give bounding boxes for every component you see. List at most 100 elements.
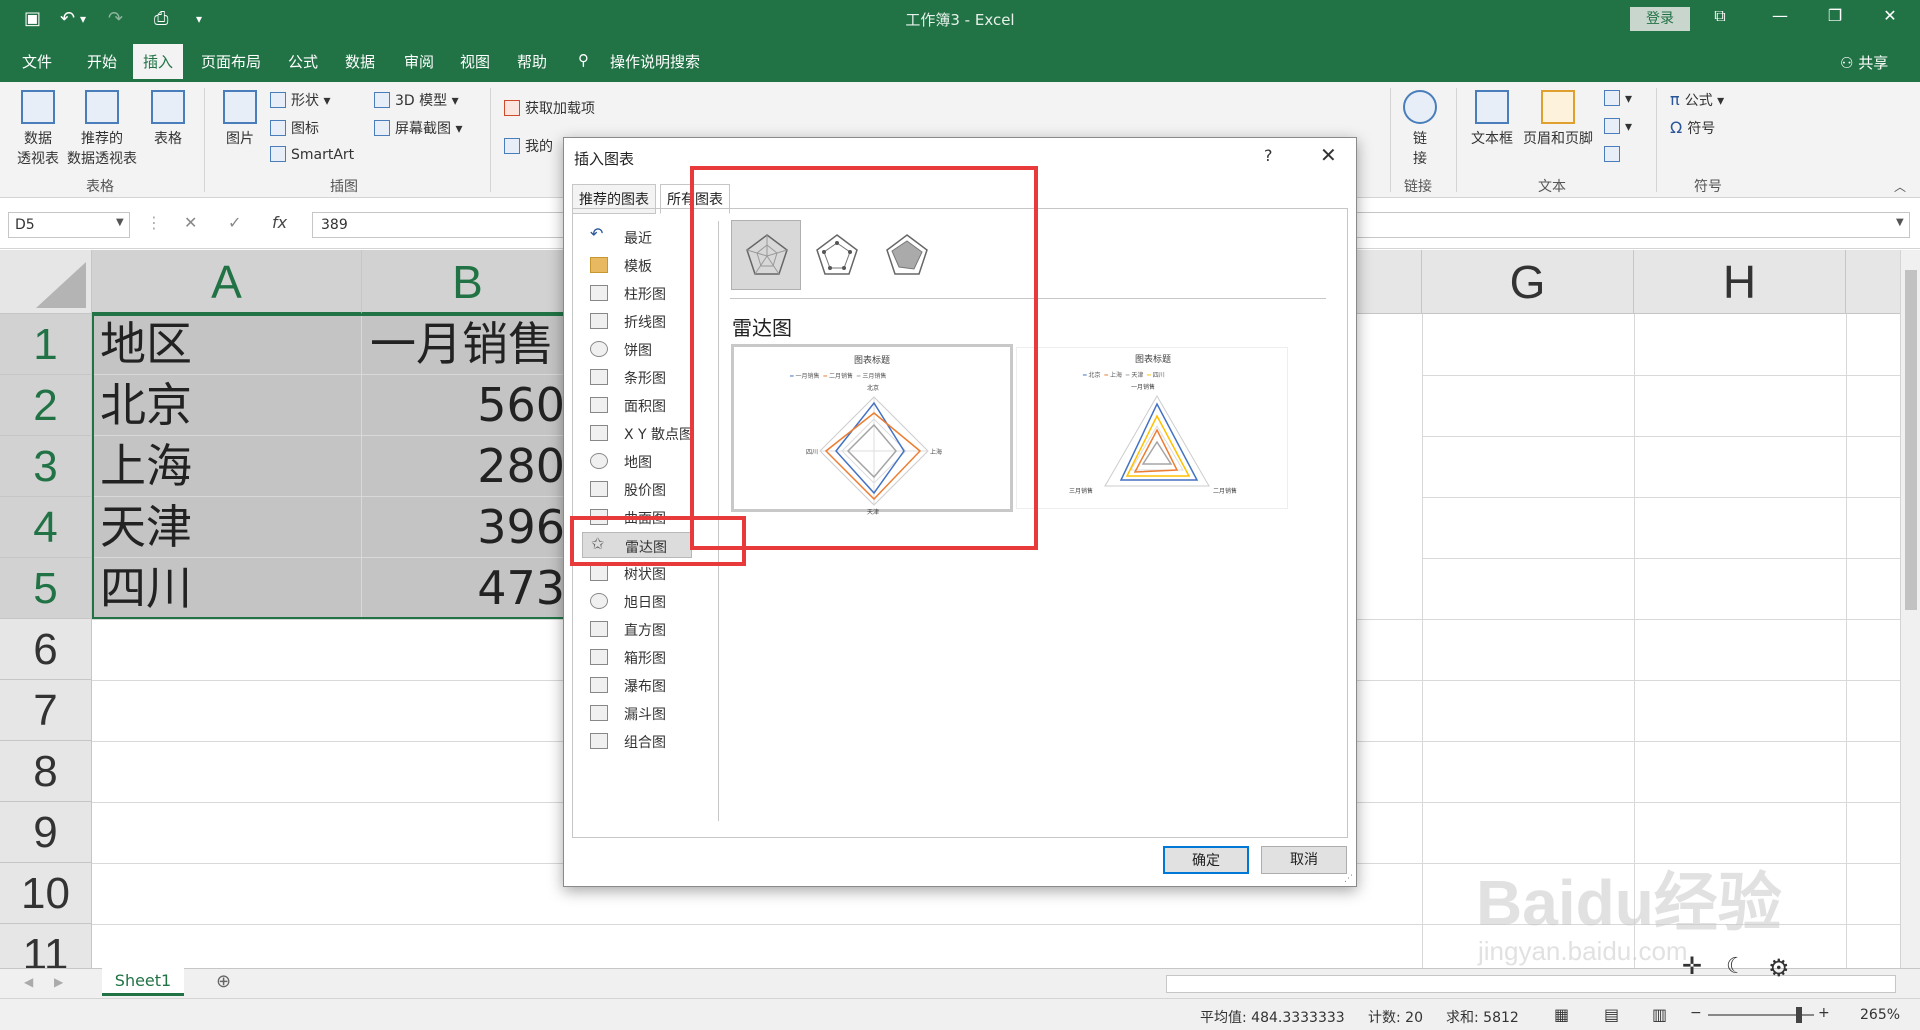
select-all-corner[interactable]	[0, 250, 92, 314]
symbol-button[interactable]: Ω 符号	[1670, 118, 1715, 138]
page-break-view-icon[interactable]: ▥	[1652, 1005, 1667, 1024]
wordart-button[interactable]: ▾	[1604, 90, 1632, 107]
chart-type-map[interactable]: 地图	[582, 448, 692, 474]
chart-type-area[interactable]: 面积图	[582, 392, 692, 418]
chart-type-box-whisker[interactable]: 箱形图	[582, 644, 692, 670]
chart-type-recent[interactable]: ↶ 最近	[582, 224, 692, 250]
prev-sheet-icon[interactable]: ◀	[24, 975, 33, 989]
column-header-a[interactable]: A	[92, 250, 362, 314]
chart-type-line[interactable]: 折线图	[582, 308, 692, 334]
restore-icon[interactable]: ❐	[1815, 6, 1855, 25]
row-header[interactable]: 3	[0, 436, 92, 497]
ok-button[interactable]: 确定	[1163, 846, 1249, 874]
login-button[interactable]: 登录	[1630, 7, 1690, 31]
chart-type-stock[interactable]: 股价图	[582, 476, 692, 502]
row-header[interactable]: 8	[0, 741, 92, 802]
zoom-slider-thumb[interactable]	[1796, 1007, 1802, 1023]
row-header[interactable]: 1	[0, 314, 92, 375]
my-addins-button[interactable]: 我的	[504, 136, 553, 156]
row-header[interactable]: 4	[0, 497, 92, 558]
scrollbar-thumb[interactable]	[1905, 270, 1917, 610]
expand-formula-icon[interactable]: ▼	[1896, 217, 1904, 228]
tab-home[interactable]: 开始	[87, 51, 117, 72]
next-sheet-icon[interactable]: ▶	[54, 975, 63, 989]
3d-model-button[interactable]: 3D 模型 ▾	[374, 90, 459, 110]
tab-page-layout[interactable]: 页面布局	[201, 51, 261, 72]
zoom-out-icon[interactable]: −	[1690, 1005, 1702, 1021]
gear-icon[interactable]: ⚙	[1768, 954, 1790, 982]
tell-me-search[interactable]: 操作说明搜索	[610, 51, 700, 72]
ribbon-display-options-icon[interactable]: ⧉	[1700, 6, 1740, 26]
chart-type-sunburst[interactable]: 旭日图	[582, 588, 692, 614]
row-header[interactable]: 10	[0, 863, 92, 924]
normal-view-icon[interactable]: ▦	[1554, 1005, 1569, 1024]
column-header-g[interactable]: G	[1422, 250, 1634, 314]
collapse-ribbon-icon[interactable]: ︿	[1894, 178, 1906, 195]
name-box[interactable]: D5	[8, 212, 130, 238]
vertical-scrollbar[interactable]	[1900, 250, 1920, 968]
link-button[interactable]: 链 接	[1398, 90, 1442, 168]
chart-type-waterfall[interactable]: 瀑布图	[582, 672, 692, 698]
chart-type-histogram[interactable]: 直方图	[582, 616, 692, 642]
chart-type-funnel[interactable]: 漏斗图	[582, 700, 692, 726]
crosshair-icon[interactable]: ✛	[1682, 952, 1702, 980]
pictures-button[interactable]: 图片	[216, 90, 264, 148]
column-header-h[interactable]: H	[1634, 250, 1846, 314]
row-header[interactable]: 9	[0, 802, 92, 863]
enter-icon[interactable]: ✓	[228, 213, 241, 232]
wordart-icon	[1604, 90, 1620, 106]
chart-type-templates[interactable]: 模板	[582, 252, 692, 278]
row-header[interactable]: 2	[0, 375, 92, 436]
moon-icon[interactable]: ☾	[1726, 954, 1746, 979]
close-icon[interactable]: ✕	[1870, 6, 1910, 25]
screenshot-button[interactable]: 屏幕截图 ▾	[374, 118, 462, 138]
resize-grip-icon[interactable]: ⋰	[1344, 874, 1353, 884]
column-header-b[interactable]: B	[362, 250, 574, 314]
table-button[interactable]: 表格	[146, 90, 190, 148]
tab-review[interactable]: 审阅	[404, 51, 434, 72]
smartart-button[interactable]: SmartArt	[270, 146, 354, 163]
minimize-icon[interactable]: —	[1760, 6, 1800, 25]
chart-type-pie[interactable]: 饼图	[582, 336, 692, 362]
signature-line-button[interactable]: ▾	[1604, 118, 1632, 135]
tab-formulas[interactable]: 公式	[288, 51, 318, 72]
icons-button[interactable]: 图标	[270, 118, 319, 138]
chart-type-xy-scatter[interactable]: X Y 散点图	[582, 420, 702, 446]
new-sheet-icon[interactable]: ⊕	[216, 971, 231, 992]
share-button[interactable]: ⚇ 共享	[1840, 52, 1888, 73]
row-header[interactable]: 6	[0, 619, 92, 680]
chart-type-bar[interactable]: 条形图	[582, 364, 692, 390]
line-chart-icon	[590, 313, 608, 329]
recommended-pivottable-button[interactable]: 推荐的 数据透视表	[64, 90, 140, 168]
tab-view[interactable]: 视图	[460, 51, 490, 72]
group-label-illustrations: 插图	[330, 179, 358, 195]
insert-function-icon[interactable]: fx	[272, 213, 287, 232]
name-box-dropdown-icon[interactable]: ▼	[116, 217, 124, 228]
help-icon[interactable]: ?	[1264, 146, 1273, 165]
header-footer-button[interactable]: 页眉和页脚	[1520, 90, 1596, 148]
sheet-tab-sheet1[interactable]: Sheet1	[102, 968, 184, 996]
tab-data[interactable]: 数据	[345, 51, 375, 72]
dialog-close-icon[interactable]: ✕	[1320, 143, 1337, 167]
pivottable-button[interactable]: 数据 透视表	[10, 90, 66, 168]
object-button[interactable]	[1604, 146, 1625, 163]
cancel-icon[interactable]: ✕	[184, 213, 197, 232]
row-header[interactable]: 11	[0, 924, 92, 968]
chart-type-combo[interactable]: 组合图	[582, 728, 692, 754]
tab-file[interactable]: 文件	[22, 51, 52, 72]
shapes-button[interactable]: 形状 ▾	[270, 90, 330, 110]
equation-button[interactable]: π 公式 ▾	[1670, 90, 1724, 110]
textbox-button[interactable]: 文本框	[1466, 90, 1518, 148]
tab-insert[interactable]: 插入	[133, 44, 184, 82]
column-header[interactable]	[1846, 250, 1900, 314]
tab-help[interactable]: 帮助	[517, 51, 547, 72]
page-layout-view-icon[interactable]: ▤	[1604, 1005, 1619, 1024]
chart-type-column[interactable]: 柱形图	[582, 280, 692, 306]
cancel-button[interactable]: 取消	[1261, 846, 1347, 874]
zoom-level[interactable]: 265%	[1860, 1007, 1900, 1023]
row-header[interactable]: 5	[0, 558, 92, 619]
get-addins-button[interactable]: 获取加载项	[504, 98, 595, 118]
row-header[interactable]: 7	[0, 680, 92, 741]
zoom-in-icon[interactable]: +	[1818, 1005, 1830, 1021]
radar-preview-2[interactable]: 图表标题 ━ 北京 ━ 上海 ━ 天津 ━ 四川 一月销售 二月销售 三月销售	[1016, 347, 1288, 509]
